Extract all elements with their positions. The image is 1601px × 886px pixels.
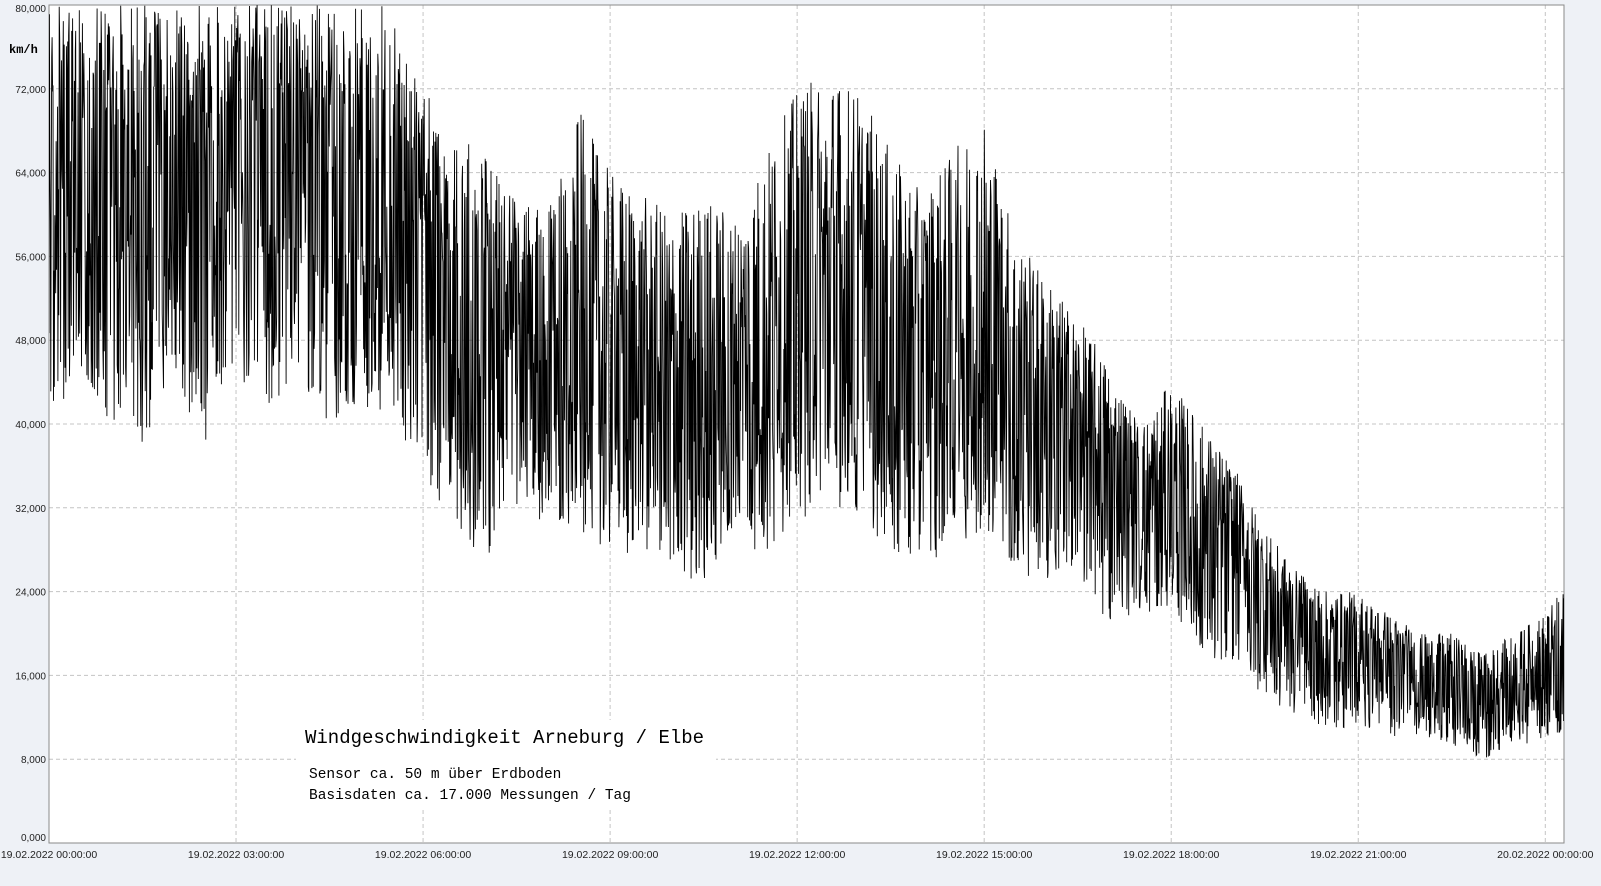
y-tick-label: 8,000 — [21, 755, 46, 766]
x-tick-label: 19.02.2022 09:00:00 — [562, 849, 659, 861]
y-tick-label: 32,000 — [15, 504, 46, 515]
x-tick-label: 19.02.2022 00:00:00 — [1, 849, 98, 861]
x-tick-label: 19.02.2022 12:00:00 — [749, 849, 846, 861]
x-tick-label: 19.02.2022 21:00:00 — [1310, 849, 1407, 861]
wind-speed-chart: 0,000 8,000 16,000 24,000 32,000 40,000 48,000… — [0, 0, 1601, 881]
y-tick-label: 16,000 — [15, 671, 46, 682]
x-tick-label: 19.02.2022 06:00:00 — [375, 849, 472, 861]
chart-note: Basisdaten ca. 17.000 Messungen / Tag — [309, 788, 631, 804]
x-tick-label: 19.02.2022 15:00:00 — [936, 849, 1033, 861]
x-tick-label: 19.02.2022 03:00:00 — [188, 849, 285, 861]
y-tick-label: 40,000 — [15, 420, 46, 431]
x-tick-label: 19.02.2022 18:00:00 — [1123, 849, 1220, 861]
x-tick-label: 20.02.2022 00:00:00 — [1497, 849, 1594, 861]
chart-svg: 0,000 8,000 16,000 24,000 32,000 40,000 48,000… — [1, 4, 1594, 861]
y-tick-label: 48,000 — [15, 336, 46, 347]
y-tick-label: 64,000 — [15, 169, 46, 180]
y-tick-label: 24,000 — [15, 588, 46, 599]
chart-title: Windgeschwindigkeit Arneburg / Elbe — [305, 727, 704, 749]
y-tick-label: 80,000 — [15, 4, 46, 15]
y-tick-label: 56,000 — [15, 252, 46, 263]
y-tick-label: 0,000 — [21, 833, 46, 844]
y-tick-label: 72,000 — [15, 85, 46, 96]
chart-note: Sensor ca. 50 m über Erdboden — [309, 767, 561, 783]
y-axis-label: km/h — [9, 43, 38, 57]
